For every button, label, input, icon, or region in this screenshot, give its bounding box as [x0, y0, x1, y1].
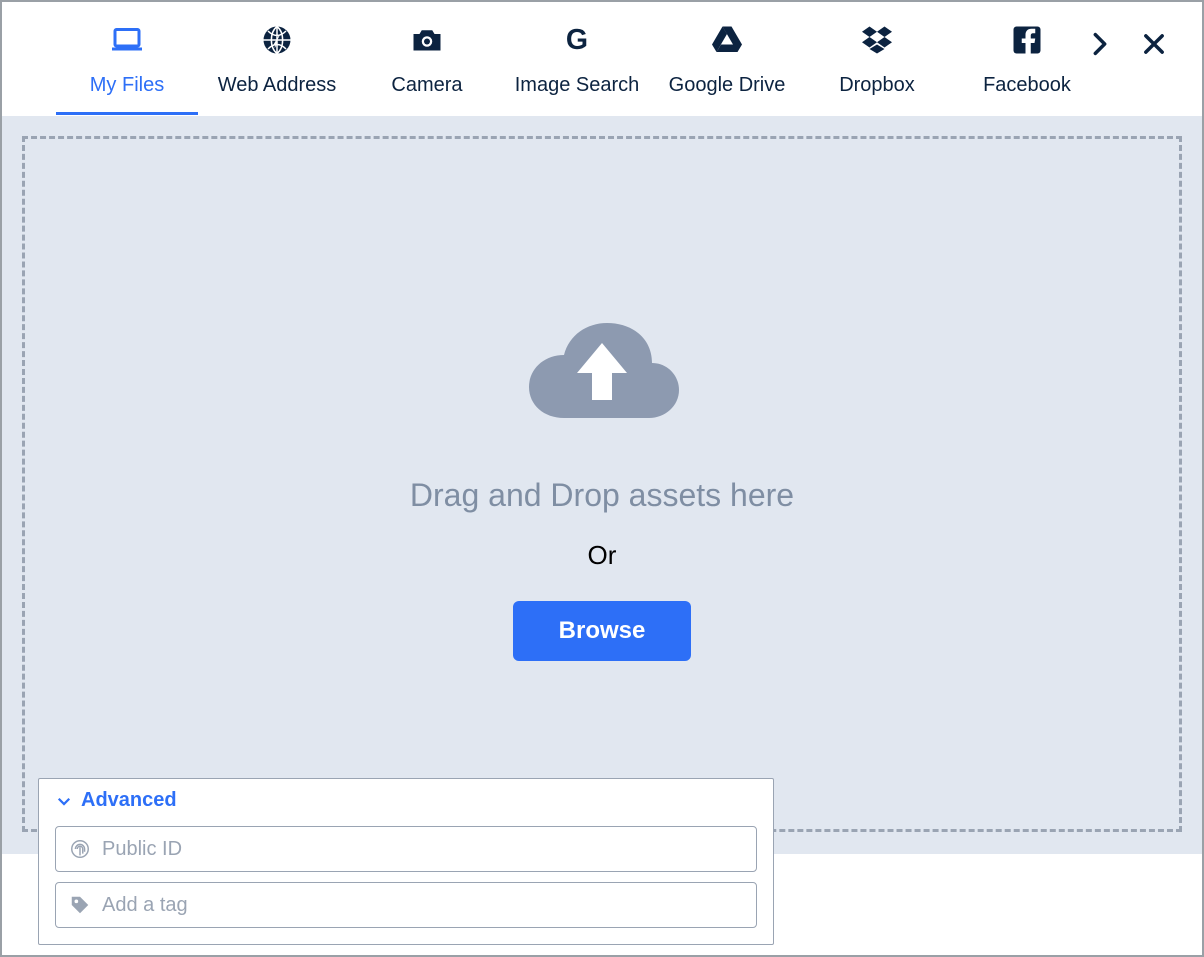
drop-zone[interactable]: Drag and Drop assets here Or Browse — [22, 136, 1182, 832]
tag-icon — [68, 893, 92, 917]
or-text: Or — [588, 540, 617, 571]
dropbox-icon — [857, 20, 897, 60]
advanced-toggle[interactable]: Advanced — [55, 789, 757, 812]
camera-icon — [407, 20, 447, 60]
tab-label: Google Drive — [669, 74, 786, 97]
upload-source-tabs: My Files Web Address Camera G Image Sear… — [2, 3, 1192, 115]
public-id-input[interactable] — [102, 838, 744, 861]
upload-main-area: Drag and Drop assets here Or Browse — [2, 116, 1202, 854]
tab-camera[interactable]: Camera — [352, 3, 502, 115]
tab-label: My Files — [90, 74, 164, 97]
tab-label: Image Search — [515, 74, 640, 97]
fingerprint-icon — [68, 837, 92, 861]
laptop-icon — [107, 20, 147, 60]
google-icon: G — [557, 20, 597, 60]
browse-button[interactable]: Browse — [513, 601, 692, 661]
tab-label: Camera — [391, 74, 462, 97]
svg-text:G: G — [566, 24, 588, 56]
gdrive-icon — [707, 20, 747, 60]
drop-instruction-text: Drag and Drop assets here — [410, 477, 794, 514]
advanced-title: Advanced — [81, 789, 177, 812]
close-button[interactable] — [1130, 20, 1178, 68]
chevron-down-icon — [55, 792, 73, 810]
globe-icon — [257, 20, 297, 60]
upload-source-tabbar: My Files Web Address Camera G Image Sear… — [2, 2, 1202, 116]
tab-dropbox[interactable]: Dropbox — [802, 3, 952, 115]
tab-label: Web Address — [218, 74, 337, 97]
cloud-upload-icon — [517, 308, 687, 433]
tag-input[interactable] — [102, 894, 744, 917]
tabbar-right-controls — [1076, 20, 1188, 68]
tab-google-drive[interactable]: Google Drive — [652, 3, 802, 115]
advanced-panel: Advanced — [38, 778, 774, 945]
tab-label: Facebook — [983, 74, 1071, 97]
tag-field-wrapper — [55, 882, 757, 928]
facebook-icon — [1007, 20, 1047, 60]
tab-my-files[interactable]: My Files — [52, 3, 202, 115]
tab-web-address[interactable]: Web Address — [202, 3, 352, 115]
public-id-field-wrapper — [55, 826, 757, 872]
tabs-next-button[interactable] — [1076, 20, 1124, 68]
tab-label: Dropbox — [839, 74, 915, 97]
tab-image-search[interactable]: G Image Search — [502, 3, 652, 115]
